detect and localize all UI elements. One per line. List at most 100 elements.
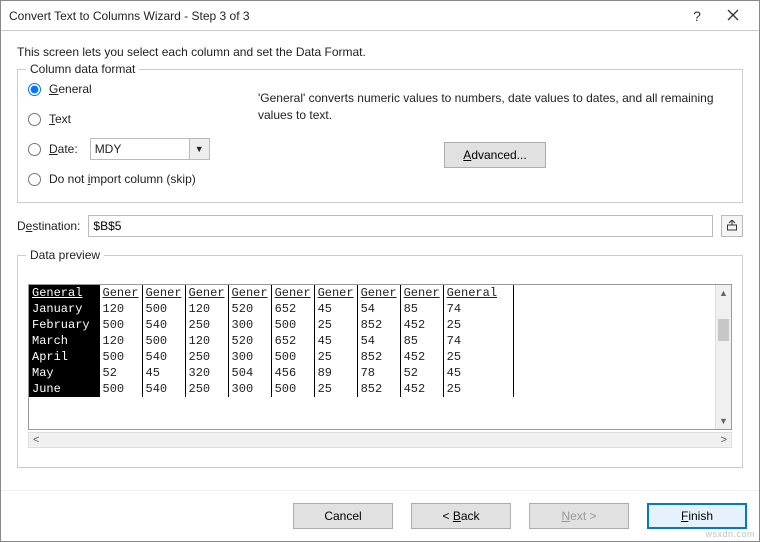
preview-header[interactable]: Gener — [314, 285, 357, 301]
table-cell: 74 — [443, 333, 513, 349]
scroll-down-icon[interactable]: ▼ — [716, 413, 731, 429]
range-picker-button[interactable] — [721, 215, 743, 237]
table-row: April5005402503005002585245225 — [29, 349, 513, 365]
table-cell: 250 — [185, 349, 228, 365]
table-cell: 25 — [314, 349, 357, 365]
preview-group: Data preview General Gener Gener Gener G… — [17, 255, 743, 468]
titlebar: Convert Text to Columns Wizard - Step 3 … — [1, 1, 759, 31]
table-cell: 120 — [99, 333, 142, 349]
scroll-left-icon[interactable]: < — [33, 434, 39, 446]
table-cell: 250 — [185, 317, 228, 333]
column-format-group: Column data format General Text Date: — [17, 69, 743, 203]
radio-skip[interactable]: Do not import column (skip) — [28, 168, 238, 190]
table-cell: 85 — [400, 333, 443, 349]
vertical-scrollbar[interactable]: ▲ ▼ — [715, 285, 731, 429]
preview-header[interactable]: Gener — [357, 285, 400, 301]
table-cell: 500 — [271, 317, 314, 333]
table-cell: 120 — [99, 301, 142, 317]
table-cell: January — [29, 301, 99, 317]
preview-header[interactable]: Gener — [142, 285, 185, 301]
table-cell: 652 — [271, 301, 314, 317]
next-button[interactable]: Next > — [529, 503, 629, 529]
back-button[interactable]: < Back — [411, 503, 511, 529]
preview-header[interactable]: General — [443, 285, 513, 301]
radio-date-input[interactable] — [28, 143, 41, 156]
preview-legend: Data preview — [26, 248, 104, 262]
wizard-dialog: Convert Text to Columns Wizard - Step 3 … — [0, 0, 760, 542]
destination-input[interactable] — [88, 215, 713, 237]
table-cell: 120 — [185, 301, 228, 317]
preview-header[interactable]: Gener — [400, 285, 443, 301]
destination-label: Destination: — [17, 219, 80, 233]
table-row: January12050012052065245548574 — [29, 301, 513, 317]
table-cell: 25 — [314, 381, 357, 397]
watermark: wsxdn.com — [705, 529, 755, 539]
table-row: February5005402503005002585245225 — [29, 317, 513, 333]
table-cell: 45 — [314, 301, 357, 317]
table-cell: 78 — [357, 365, 400, 381]
table-cell: 500 — [271, 381, 314, 397]
preview-header[interactable]: Gener — [185, 285, 228, 301]
table-cell: 54 — [357, 301, 400, 317]
table-cell: 45 — [314, 333, 357, 349]
chevron-down-icon[interactable]: ▼ — [189, 139, 209, 159]
table-cell: 300 — [228, 381, 271, 397]
preview-header[interactable]: Gener — [271, 285, 314, 301]
preview-box: General Gener Gener Gener Gener Gener Ge… — [28, 284, 732, 430]
button-row: Cancel < Back Next > Finish — [1, 490, 759, 541]
table-cell: March — [29, 333, 99, 349]
table-cell: 250 — [185, 381, 228, 397]
table-row: May524532050445689785245 — [29, 365, 513, 381]
table-cell: 25 — [443, 349, 513, 365]
preview-scroll-area[interactable]: General Gener Gener Gener Gener Gener Ge… — [29, 285, 715, 429]
table-cell: 45 — [142, 365, 185, 381]
radio-text[interactable]: Text — [28, 108, 238, 130]
table-cell: 452 — [400, 349, 443, 365]
table-cell: 540 — [142, 349, 185, 365]
table-cell: May — [29, 365, 99, 381]
preview-header[interactable]: Gener — [228, 285, 271, 301]
preview-header[interactable]: General — [29, 285, 99, 301]
table-cell: 500 — [99, 349, 142, 365]
table-cell: 852 — [357, 317, 400, 333]
table-cell: 520 — [228, 301, 271, 317]
help-button[interactable]: ? — [679, 2, 715, 30]
horizontal-scrollbar[interactable]: < > — [28, 432, 732, 448]
scroll-up-icon[interactable]: ▲ — [716, 285, 731, 301]
date-order-value: MDY — [95, 142, 122, 156]
table-cell: 452 — [400, 381, 443, 397]
table-cell: 452 — [400, 317, 443, 333]
preview-table: General Gener Gener Gener Gener Gener Ge… — [29, 285, 514, 397]
table-cell: 120 — [185, 333, 228, 349]
radio-general[interactable]: General — [28, 78, 238, 100]
table-cell: 25 — [443, 381, 513, 397]
advanced-button[interactable]: Advanced... — [444, 142, 545, 168]
scroll-thumb[interactable] — [718, 319, 729, 341]
format-description: 'General' converts numeric values to num… — [258, 90, 732, 124]
radio-skip-input[interactable] — [28, 173, 41, 186]
table-cell: 52 — [400, 365, 443, 381]
preview-header[interactable]: Gener — [99, 285, 142, 301]
table-cell: 500 — [99, 381, 142, 397]
finish-button[interactable]: Finish — [647, 503, 747, 529]
table-cell: 74 — [443, 301, 513, 317]
cancel-button[interactable]: Cancel — [293, 503, 393, 529]
scroll-right-icon[interactable]: > — [721, 434, 727, 446]
destination-row: Destination: — [17, 215, 743, 237]
range-picker-icon — [726, 220, 738, 232]
table-cell: 500 — [142, 301, 185, 317]
close-icon — [727, 8, 739, 24]
date-order-select[interactable]: MDY ▼ — [90, 138, 210, 160]
table-cell: 25 — [443, 317, 513, 333]
close-button[interactable] — [715, 2, 751, 30]
table-cell: 85 — [400, 301, 443, 317]
radio-text-input[interactable] — [28, 113, 41, 126]
table-cell: 504 — [228, 365, 271, 381]
table-cell: 25 — [314, 317, 357, 333]
radio-general-input[interactable] — [28, 83, 41, 96]
radio-date[interactable]: Date: MDY ▼ — [28, 138, 238, 160]
table-row: June5005402503005002585245225 — [29, 381, 513, 397]
table-cell: 54 — [357, 333, 400, 349]
table-cell: 52 — [99, 365, 142, 381]
table-cell: 89 — [314, 365, 357, 381]
